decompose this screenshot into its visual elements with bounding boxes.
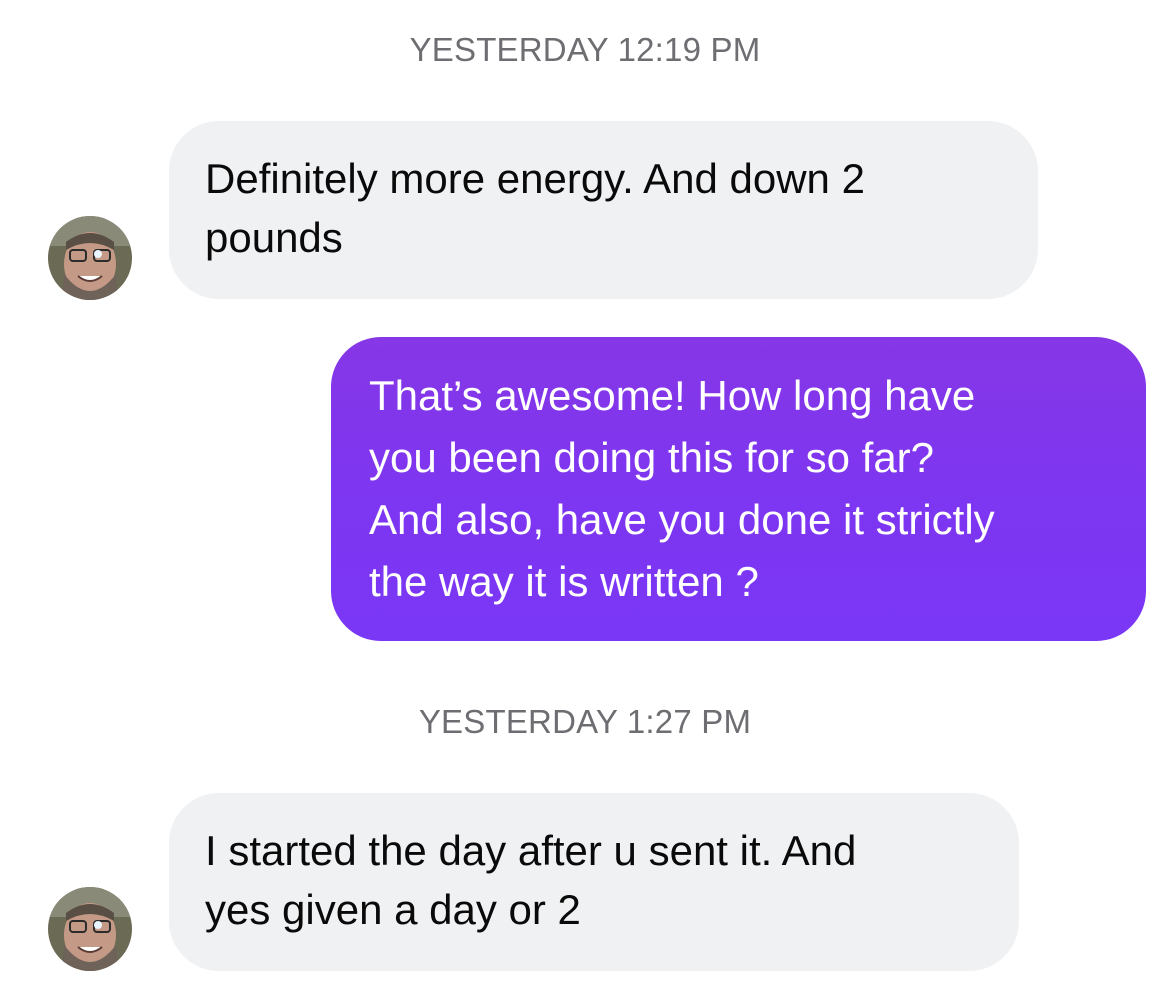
incoming-message-bubble[interactable]: I started the day after u sent it. And y… xyxy=(169,793,1019,971)
contact-avatar[interactable] xyxy=(48,216,132,300)
contact-photo-icon xyxy=(48,887,132,971)
incoming-message-bubble[interactable]: Definitely more energy. And down 2 pound… xyxy=(169,121,1038,299)
outgoing-message-bubble[interactable]: That’s awesome! How long have you been d… xyxy=(331,337,1146,641)
timestamp: YESTERDAY 12:19 PM xyxy=(409,31,761,68)
contact-photo-icon xyxy=(48,216,132,300)
contact-avatar[interactable] xyxy=(48,887,132,971)
timestamp: YESTERDAY 1:27 PM xyxy=(418,703,752,740)
